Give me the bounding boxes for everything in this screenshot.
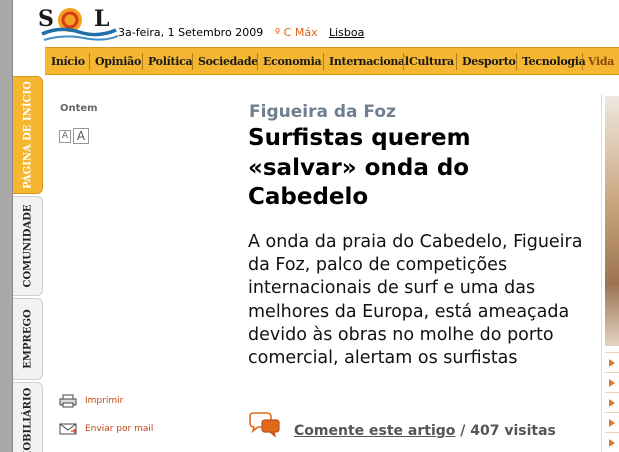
- envelope-icon: [59, 423, 77, 435]
- svg-text:S: S: [38, 6, 54, 32]
- nav-item-sociedade[interactable]: Sociedade: [198, 55, 258, 68]
- nav-separator: [403, 53, 404, 70]
- sidebar-divider: [605, 372, 619, 373]
- tab-label: IMOBILIÁRIO: [22, 387, 33, 452]
- sidebar-arrow-icon[interactable]: [609, 379, 615, 387]
- sidebar-arrow-icon[interactable]: [609, 359, 615, 367]
- nav-separator: [257, 53, 258, 70]
- sidebar-arrow-icon[interactable]: [609, 399, 615, 407]
- tab-label: EMPREGO: [22, 309, 33, 369]
- font-size-increase-button[interactable]: A: [73, 128, 89, 144]
- header-temperature: º C Máx: [275, 26, 318, 39]
- nav-separator: [142, 53, 143, 70]
- nav-separator: [456, 53, 457, 70]
- tab-label: PÁGINA DE INÍCIO: [22, 81, 33, 189]
- email-label: Enviar por mail: [85, 424, 154, 434]
- main-nav: Início Opinião Política Sociedade Econom…: [45, 47, 619, 75]
- ontem-label: Ontem: [60, 103, 98, 114]
- article-headline: Surfistas querem «salvar» onda do Cabede…: [248, 125, 471, 210]
- sidebar-divider: [605, 412, 619, 413]
- print-label: Imprimir: [85, 396, 124, 406]
- left-strip: [0, 0, 13, 452]
- nav-item-cultura[interactable]: Cultura: [409, 55, 454, 68]
- header-date: 3a-feira, 1 Setembro 2009: [118, 26, 264, 39]
- sol-logo[interactable]: S L: [34, 4, 124, 46]
- font-size-decrease-button[interactable]: A: [59, 130, 71, 143]
- nav-item-internacional[interactable]: Internacional: [329, 55, 409, 68]
- nav-item-economia[interactable]: Economia: [263, 55, 322, 68]
- tab-label: COMUNIDADE: [22, 204, 33, 288]
- nav-item-opiniao[interactable]: Opinião: [95, 55, 141, 68]
- comment-link-text[interactable]: Comente este artigo: [294, 423, 455, 439]
- email-link[interactable]: Enviar por mail: [59, 422, 153, 436]
- nav-separator: [89, 53, 90, 70]
- printer-icon: [59, 394, 77, 408]
- tab-comunidade[interactable]: COMUNIDADE: [13, 196, 43, 296]
- article-lead: A onda da praia do Cabedelo, Figueira da…: [248, 232, 583, 369]
- nav-item-inicio[interactable]: Início: [51, 55, 85, 68]
- visits-count: / 407 visitas: [455, 423, 556, 439]
- nav-item-vida[interactable]: Vida: [588, 55, 614, 68]
- comment-article-link[interactable]: Comente este artigo / 407 visitas: [294, 423, 556, 439]
- print-link[interactable]: Imprimir: [59, 394, 123, 408]
- sidebar-arrow-icon[interactable]: [609, 419, 615, 427]
- nav-separator: [516, 53, 517, 70]
- nav-separator: [323, 53, 324, 70]
- comment-bubbles-icon: [249, 412, 280, 438]
- tab-emprego[interactable]: EMPREGO: [13, 298, 43, 380]
- sidebar-divider: [605, 432, 619, 433]
- svg-text:L: L: [94, 6, 109, 32]
- nav-item-politica[interactable]: Política: [148, 55, 193, 68]
- nav-separator: [582, 53, 583, 70]
- nav-item-desporto[interactable]: Desporto: [462, 55, 516, 68]
- nav-separator: [192, 53, 193, 70]
- right-sidebar-photo[interactable]: [605, 96, 619, 346]
- sidebar-arrow-icon[interactable]: [609, 439, 615, 447]
- tab-imobiliario[interactable]: IMOBILIÁRIO: [13, 382, 43, 452]
- header-city-link[interactable]: Lisboa: [329, 26, 364, 39]
- sidebar-divider: [605, 352, 619, 353]
- tab-pagina-de-inicio[interactable]: PÁGINA DE INÍCIO: [13, 76, 43, 194]
- nav-item-tecnologia[interactable]: Tecnologia: [522, 55, 586, 68]
- sidebar-divider: [605, 392, 619, 393]
- article-kicker: Figueira da Foz: [249, 102, 396, 122]
